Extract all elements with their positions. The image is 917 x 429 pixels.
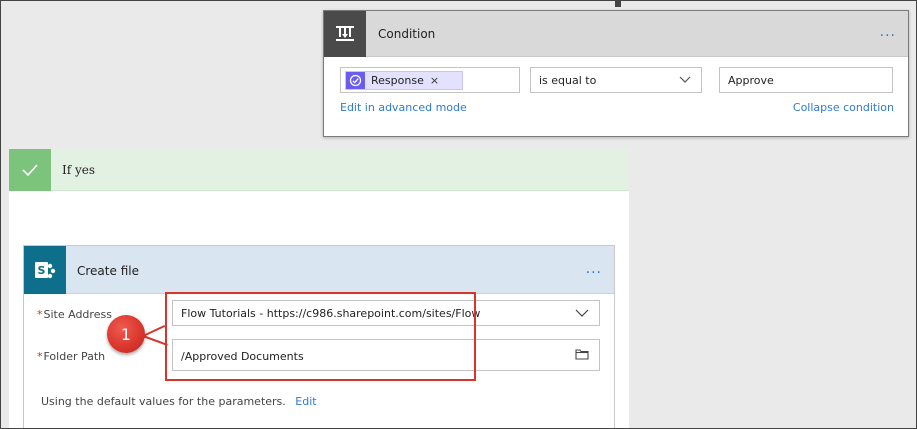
token-label: Response	[371, 74, 424, 87]
site-address-label-text: Site Address	[43, 308, 112, 321]
condition-title: Condition	[378, 27, 436, 41]
condition-value-field[interactable]: Approve	[719, 67, 893, 93]
folder-path-value: /Approved Documents	[181, 350, 304, 363]
folder-path-input[interactable]: /Approved Documents	[172, 339, 600, 371]
condition-value: Approve	[728, 74, 774, 87]
create-file-more-menu-icon[interactable]: ...	[586, 261, 602, 277]
default-values-note: Using the default values for the paramet…	[41, 395, 317, 408]
condition-more-menu-icon[interactable]: ...	[880, 24, 896, 40]
operator-select[interactable]: is equal to	[530, 67, 702, 93]
collapse-condition-link[interactable]: Collapse condition	[793, 101, 894, 114]
sharepoint-icon: S	[24, 246, 66, 294]
site-address-value: Flow Tutorials - https://c986.sharepoint…	[181, 307, 481, 320]
checkmark-icon	[9, 149, 51, 191]
edit-parameters-link[interactable]: Edit	[295, 395, 316, 408]
svg-text:S: S	[38, 264, 46, 277]
folder-icon[interactable]	[575, 348, 589, 363]
operator-value: is equal to	[539, 74, 597, 87]
token-remove-icon[interactable]: ×	[430, 74, 439, 87]
condition-icon	[324, 11, 366, 57]
condition-left-operand-field[interactable]: Response ×	[340, 67, 520, 93]
folder-path-label: *Folder Path	[37, 350, 105, 363]
condition-header[interactable]: Condition ...	[324, 11, 908, 57]
condition-row: Response × is equal to Approve	[340, 67, 893, 93]
connector-tick	[615, 1, 621, 7]
flow-designer-canvas: Condition ... Response × is equal to App…	[0, 0, 917, 429]
create-file-header[interactable]: S Create file ...	[24, 246, 614, 294]
approval-icon	[346, 72, 365, 89]
chevron-down-icon	[575, 306, 589, 323]
chevron-down-icon	[679, 73, 691, 88]
site-address-dropdown[interactable]: Flow Tutorials - https://c986.sharepoint…	[172, 300, 600, 326]
default-values-text: Using the default values for the paramet…	[41, 395, 286, 408]
annotation-number-badge: 1	[107, 315, 145, 353]
if-yes-label: If yes	[62, 163, 96, 177]
create-file-title: Create file	[77, 264, 139, 278]
site-address-label: *Site Address	[37, 308, 112, 321]
required-marker: *	[37, 308, 43, 321]
if-yes-header[interactable]: If yes	[9, 149, 629, 191]
response-token[interactable]: Response ×	[345, 71, 463, 90]
condition-card[interactable]: Condition ... Response × is equal to App…	[323, 10, 909, 137]
folder-path-label-text: Folder Path	[43, 350, 106, 363]
required-marker: *	[37, 350, 43, 363]
edit-in-advanced-mode-link[interactable]: Edit in advanced mode	[340, 101, 467, 114]
